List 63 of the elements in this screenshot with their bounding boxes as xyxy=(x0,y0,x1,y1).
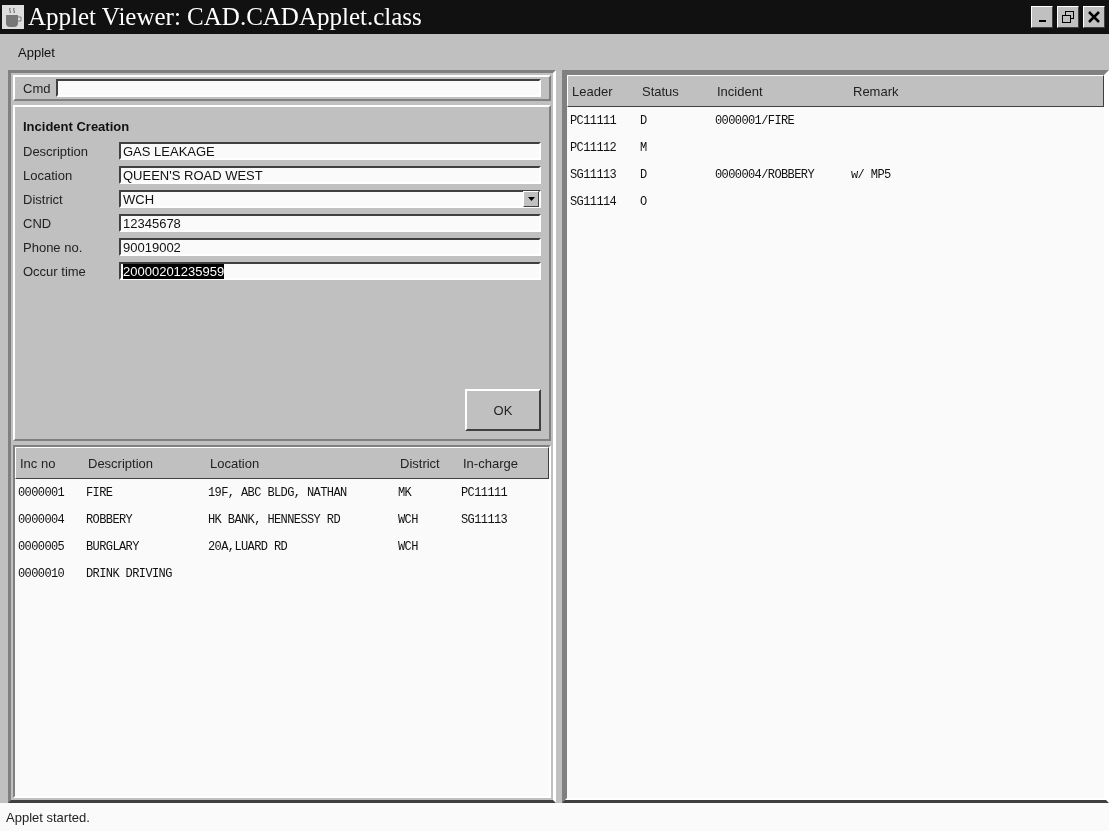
close-button[interactable] xyxy=(1083,6,1105,28)
close-icon xyxy=(1088,11,1100,23)
table-cell-text: 0000004/ROBBERY xyxy=(715,167,816,182)
field-label: Occur time xyxy=(23,263,87,279)
input-field[interactable]: 90019002 xyxy=(119,238,541,256)
table-cell-text: PC11111 xyxy=(461,485,509,500)
table-cell-text: 0000001 xyxy=(18,485,66,500)
table-cell-text: SG11113 xyxy=(461,512,509,527)
table-cell-text: 20A,LUARD RD xyxy=(208,539,289,554)
table-cell-text: w/ MP5 xyxy=(851,167,892,182)
table-cell-text: PC11112 xyxy=(570,140,618,155)
column-header[interactable]: Inc no xyxy=(20,455,88,471)
coffee-cup-icon xyxy=(2,5,24,29)
caret-icon xyxy=(527,197,535,201)
table-cell-text: MK xyxy=(398,485,413,500)
column-header[interactable]: Leader xyxy=(572,83,642,99)
cmd-field[interactable] xyxy=(56,79,541,97)
table-cell-text: SG11113 xyxy=(570,167,618,182)
district-dropdown[interactable]: WCH xyxy=(119,190,541,208)
column-header[interactable]: Status xyxy=(642,83,717,99)
menu-item[interactable]: Applet xyxy=(18,44,55,60)
table-cell-text: SG11114 xyxy=(570,194,618,209)
field-label: Location xyxy=(23,167,74,183)
table-cell-text: BURGLARY xyxy=(86,539,140,554)
ok-button[interactable]: OK xyxy=(465,389,541,431)
restore-icon xyxy=(1062,11,1074,23)
column-header[interactable]: Incident xyxy=(717,83,853,99)
input-field[interactable]: GAS LEAKAGE xyxy=(119,142,541,160)
table-cell-text: 0000001/FIRE xyxy=(715,113,796,128)
field-label: CND xyxy=(23,215,53,231)
input-field[interactable]: 20000201235959 xyxy=(119,262,541,280)
field-label: District xyxy=(23,191,64,207)
form-title: Incident Creation xyxy=(23,119,131,134)
table-cell-text: FIRE xyxy=(86,485,114,500)
table-cell-text: WCH xyxy=(398,539,419,554)
input-field[interactable]: QUEEN'S ROAD WEST xyxy=(119,166,541,184)
table-cell-text: M xyxy=(640,140,648,155)
table-cell-text: 19F, ABC BLDG, NATHAN xyxy=(208,485,348,500)
table-cell-text: HK BANK, HENNESSY RD xyxy=(208,512,342,527)
minimize-button[interactable] xyxy=(1031,6,1053,28)
table-cell-text: 0000010 xyxy=(18,566,66,581)
table-cell-text: D xyxy=(640,113,648,128)
input-field[interactable]: 12345678 xyxy=(119,214,541,232)
field-label: Description xyxy=(23,143,90,159)
column-header[interactable]: In-charge xyxy=(463,455,548,471)
column-header[interactable]: Description xyxy=(88,455,210,471)
table-cell-text: 0000004 xyxy=(18,512,66,527)
table-cell-text: DRINK DRIVING xyxy=(86,566,173,581)
window-title: Applet Viewer: CAD.CADApplet.class xyxy=(28,3,423,31)
restore-button[interactable] xyxy=(1057,6,1079,28)
minimize-icon xyxy=(1038,20,1046,22)
column-header[interactable]: Remark xyxy=(853,83,1103,99)
column-header[interactable]: District xyxy=(400,455,463,471)
table-cell-text: D xyxy=(640,167,648,182)
table-cell-text: WCH xyxy=(398,512,419,527)
table-cell-text: ROBBERY xyxy=(86,512,134,527)
table-cell-text: PC11111 xyxy=(570,113,618,128)
field-label: Cmd xyxy=(23,80,51,96)
status-text: Applet started. xyxy=(6,809,90,825)
table-cell-text: O xyxy=(640,194,648,209)
column-header[interactable]: Location xyxy=(210,455,400,471)
table-cell-text: 0000005 xyxy=(18,539,66,554)
field-label: Phone no. xyxy=(23,239,84,255)
